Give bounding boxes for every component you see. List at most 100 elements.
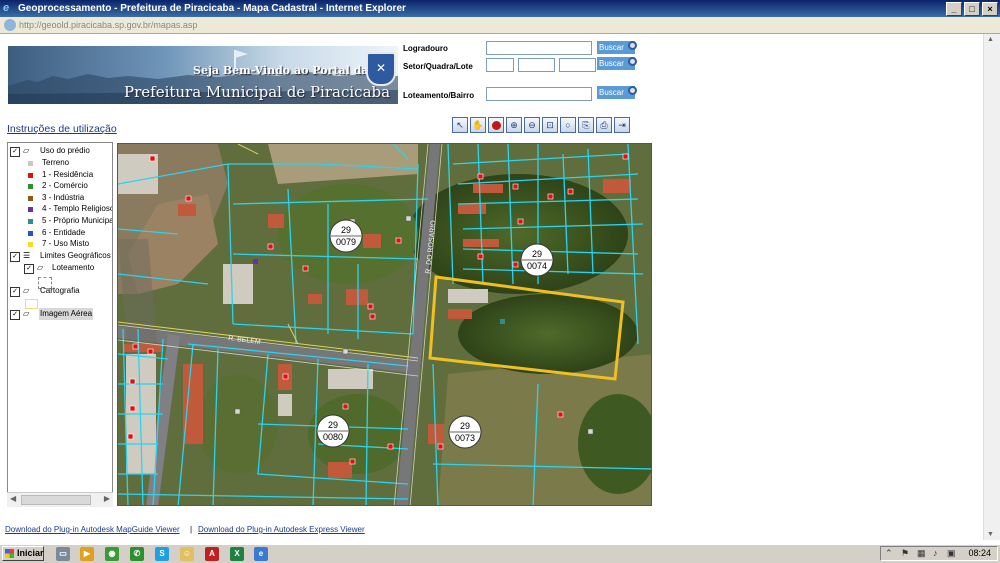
maximize-button[interactable]: □ — [964, 2, 980, 16]
system-tray: ⌃ ⚑ ▦ ♪ ▣ 08:24 — [880, 546, 998, 561]
address-bar[interactable]: http://geoold.piracicaba.sp.gov.br/mapas… — [0, 17, 1000, 34]
tray-flag-icon[interactable]: ⚑ — [901, 548, 909, 559]
exit-icon[interactable]: ⇥ — [614, 117, 630, 133]
search-icon — [628, 41, 637, 50]
tray-expand-icon[interactable]: ⌃ — [885, 548, 893, 559]
legend-swatch — [28, 242, 33, 248]
aerial-map-canvas[interactable]: R. DO ROSARIO R. BELEM 29 0079 29 0074 2… — [118, 144, 652, 506]
network-icon[interactable]: ▦ — [917, 548, 926, 559]
window-titlebar: e Geoprocessamento - Prefeitura de Pirac… — [0, 0, 1000, 17]
page-vertical-scrollbar[interactable]: ▲ ▼ — [983, 34, 1000, 540]
legend-item-label: Terreno — [42, 158, 70, 167]
address-url[interactable]: http://geoold.piracicaba.sp.gov.br/mapas… — [19, 18, 197, 32]
excel-icon[interactable]: X — [230, 547, 244, 561]
volume-icon[interactable]: ♪ — [933, 548, 938, 559]
legend-item-label: 1 - Residência — [42, 169, 94, 179]
city-crest-icon: ✕ — [366, 52, 396, 86]
chrome-icon[interactable]: ◉ — [105, 547, 119, 561]
lot-label-bottom: 0073 — [455, 433, 475, 443]
legend-group-label: Imagem Aérea — [39, 308, 94, 320]
logradouro-label: Logradouro — [403, 44, 448, 53]
clock[interactable]: 08:24 — [968, 547, 991, 560]
footer-separator: | — [190, 525, 193, 534]
mapguide-download-link[interactable]: Download do Plug-in Autodesk MapGuide Vi… — [5, 525, 180, 534]
skype-icon[interactable]: S — [155, 547, 169, 561]
lot-label-top: 29 — [341, 225, 351, 235]
loteamento-input[interactable] — [486, 87, 592, 101]
loteamento-checkbox[interactable]: ✓ — [24, 264, 34, 274]
legend-panel: ✓ ⏥ Uso do prédio Terreno 1 - Residência 2… — [7, 142, 113, 506]
legend-group-label: Uso do prédio — [40, 146, 90, 155]
imagem-checkbox[interactable]: ✓ — [10, 310, 20, 320]
map-toolbar: ↖ ✋ ⊕ ⊖ ⊡ ○ ⎘ ⎙ ⇥ — [452, 117, 630, 133]
tray-monitor-icon[interactable]: ▣ — [947, 548, 956, 559]
start-button[interactable]: Iniciar — [2, 546, 44, 561]
cadastral-map[interactable]: R. DO ROSARIO R. BELEM 29 0079 29 0074 2… — [117, 143, 652, 506]
lote-input[interactable] — [559, 58, 596, 72]
print-icon[interactable]: ⎙ — [596, 117, 612, 133]
layer-icon: ⏥ — [23, 309, 30, 318]
layer-icon: ⏥ — [37, 263, 44, 272]
legend-swatch — [28, 161, 33, 166]
minimize-button[interactable]: _ — [946, 2, 962, 16]
show-desktop-icon[interactable]: ▭ — [56, 547, 70, 561]
zoom-window-icon[interactable]: ⊡ — [542, 117, 558, 133]
lot-label-top: 29 — [460, 421, 470, 431]
start-label: Iniciar — [17, 548, 44, 558]
lot-label-top: 29 — [328, 420, 338, 430]
search-button-label: Buscar — [599, 88, 624, 97]
legend-swatch — [28, 207, 33, 213]
window-controls: _ □ × — [946, 2, 998, 16]
close-button[interactable]: × — [982, 2, 998, 16]
legend-horizontal-scrollbar[interactable]: ◀ ▶ — [7, 492, 113, 507]
lot-label-0074[interactable]: 29 0074 — [520, 243, 554, 277]
select-arrow-icon[interactable]: ↖ — [452, 117, 468, 133]
scroll-right-icon[interactable]: ▶ — [104, 494, 110, 503]
whatsapp-icon[interactable]: ✆ — [130, 547, 144, 561]
legend-item-label: 4 - Templo Religioso — [42, 204, 113, 214]
internet-explorer-icon[interactable]: e — [254, 547, 268, 561]
legend-group-label: Cartografia — [40, 286, 80, 295]
scroll-thumb[interactable] — [21, 495, 91, 505]
scroll-up-icon[interactable]: ▲ — [987, 36, 994, 43]
limites-checkbox[interactable]: ✓ — [10, 252, 20, 262]
search-button-label: Buscar — [599, 43, 624, 52]
legend-group-label: Limites Geográficos — [40, 251, 111, 260]
zoom-extent-icon[interactable]: ○ — [560, 117, 576, 133]
lot-label-0080[interactable]: 29 0080 — [316, 414, 350, 448]
stop-icon[interactable] — [488, 117, 504, 133]
logradouro-input[interactable] — [486, 41, 592, 55]
legend-item-label: 7 - Uso Misto — [42, 239, 90, 249]
setor-search-button[interactable]: Buscar — [597, 57, 637, 70]
ie-icon: e — [3, 2, 10, 14]
legend-swatch — [28, 219, 33, 224]
legend-item-label: 3 - Indústria — [42, 192, 85, 202]
scroll-left-icon[interactable]: ◀ — [10, 494, 16, 503]
uso-checkbox[interactable]: ✓ — [10, 147, 20, 157]
loteamento-search-button[interactable]: Buscar — [597, 86, 637, 99]
media-player-icon[interactable]: ▶ — [80, 547, 94, 561]
instructions-link[interactable]: Instruções de utilização — [7, 123, 117, 135]
cartografia-checkbox[interactable]: ✓ — [10, 287, 20, 297]
banner-city-name: Prefeitura Municipal de Piracicaba — [124, 83, 391, 101]
taskbar: Iniciar ▭ ▶ ◉ ✆ S ☺ A X e ⌃ ⚑ ▦ ♪ ▣ 08:2… — [0, 544, 1000, 563]
messenger-icon[interactable]: ☺ — [180, 547, 194, 561]
lot-label-0073[interactable]: 29 0073 — [448, 415, 482, 449]
quadra-input[interactable] — [518, 58, 555, 72]
loteamento-label: Loteamento/Bairro — [403, 91, 475, 100]
logradouro-search-button[interactable]: Buscar — [597, 41, 637, 54]
express-viewer-download-link[interactable]: Download do Plug-in Autodesk Express Vie… — [198, 525, 365, 534]
page-favicon-icon — [4, 19, 16, 31]
windows-flag-icon — [5, 549, 14, 558]
setor-input[interactable] — [486, 58, 514, 72]
search-icon — [628, 86, 637, 95]
legend-swatch — [28, 184, 33, 190]
pan-hand-icon[interactable]: ✋ — [470, 117, 486, 133]
zoom-out-icon[interactable]: ⊖ — [524, 117, 540, 133]
pdf-reader-icon[interactable]: A — [205, 547, 219, 561]
zoom-in-icon[interactable]: ⊕ — [506, 117, 522, 133]
scroll-down-icon[interactable]: ▼ — [987, 531, 994, 538]
legend-swatch — [28, 172, 33, 178]
copy-icon[interactable]: ⎘ — [578, 117, 594, 133]
lot-label-0079[interactable]: 29 0079 — [329, 219, 363, 253]
